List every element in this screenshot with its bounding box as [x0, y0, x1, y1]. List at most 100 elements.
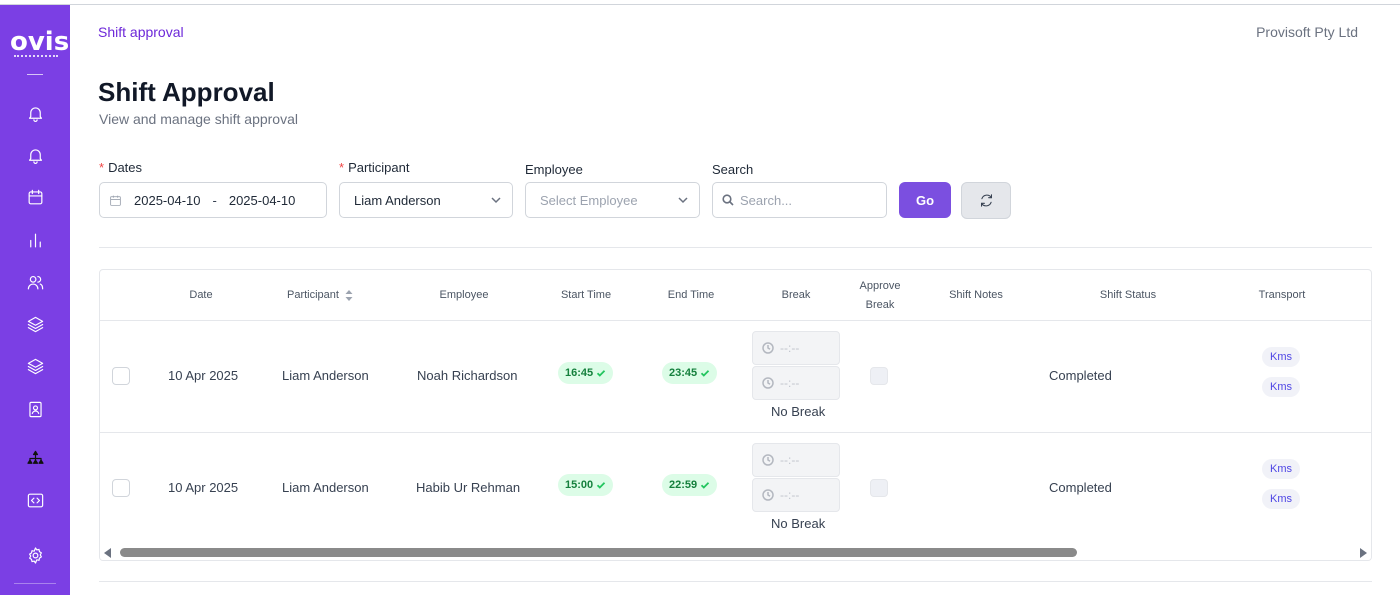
clock-icon	[762, 489, 774, 501]
cell-employee: Noah Richardson	[417, 368, 518, 383]
participant-value: Liam Anderson	[354, 192, 441, 208]
calendar-icon	[110, 195, 121, 206]
search-icon	[722, 194, 734, 206]
horizontal-scrollbar[interactable]	[100, 544, 1371, 560]
search-field[interactable]	[712, 182, 887, 218]
column-header-break[interactable]: Break	[766, 270, 826, 321]
row-checkbox[interactable]	[112, 367, 130, 385]
start-time-value: 15:00	[565, 479, 594, 491]
end-time-value: 22:59	[669, 479, 698, 491]
code-icon[interactable]	[25, 490, 45, 510]
break-start-placeholder: --:--	[780, 341, 800, 355]
check-icon	[597, 482, 606, 489]
gear-icon[interactable]	[25, 545, 45, 565]
go-button[interactable]: Go	[899, 182, 951, 218]
check-icon	[597, 370, 606, 377]
check-icon	[701, 370, 710, 377]
top-border	[0, 0, 1400, 5]
end-time-badge: 22:59	[662, 474, 718, 496]
org-chart-icon[interactable]	[25, 448, 45, 468]
end-time-badge: 23:45	[662, 362, 718, 384]
scroll-right-arrow[interactable]	[1360, 548, 1367, 558]
column-header-approve-break[interactable]: Approve Break	[848, 270, 912, 321]
table-header: Date Participant Employee Start Time End…	[100, 270, 1371, 321]
bell-icon[interactable]	[25, 103, 45, 123]
break-end-placeholder: --:--	[780, 376, 800, 390]
sort-icon[interactable]	[345, 290, 353, 301]
start-time-value: 16:45	[565, 367, 594, 379]
date-separator: -	[212, 192, 217, 208]
participant-label-text: Participant	[348, 160, 410, 175]
cell-shift-status: Completed	[1049, 480, 1112, 495]
clock-icon	[762, 454, 774, 466]
break-end-input[interactable]: --:--	[752, 478, 840, 512]
check-icon	[701, 482, 710, 489]
date-to[interactable]: 2025-04-10	[229, 193, 296, 208]
employee-label: Employee	[525, 162, 583, 177]
dates-label: * Dates	[99, 160, 142, 175]
end-time-value: 23:45	[669, 367, 698, 379]
clock-icon	[762, 377, 774, 389]
break-end-input[interactable]: --:--	[752, 366, 840, 400]
break-status: No Break	[771, 404, 826, 419]
break-end-placeholder: --:--	[780, 488, 800, 502]
break-status: No Break	[771, 516, 826, 531]
date-range-picker[interactable]: 2025-04-10 - 2025-04-10	[99, 182, 327, 218]
approve-break-checkbox[interactable]	[870, 367, 888, 385]
refresh-button[interactable]	[961, 182, 1011, 219]
bar-chart-icon[interactable]	[25, 230, 45, 250]
dates-label-text: Dates	[108, 160, 143, 175]
column-header-participant[interactable]: Participant	[270, 270, 370, 321]
column-header-end-time[interactable]: End Time	[652, 270, 730, 321]
participant-select[interactable]: Liam Anderson	[339, 182, 513, 218]
employee-select[interactable]: Select Employee	[525, 182, 700, 218]
users-icon[interactable]	[25, 272, 45, 292]
break-start-input[interactable]: --:--	[752, 443, 840, 477]
participant-label: * Participant	[339, 160, 409, 175]
scroll-left-arrow[interactable]	[104, 548, 111, 558]
column-header-shift-notes[interactable]: Shift Notes	[936, 270, 1016, 321]
start-time-badge: 16:45	[558, 362, 614, 384]
calendar-icon[interactable]	[25, 187, 45, 207]
contact-icon[interactable]	[25, 399, 45, 419]
layers-icon[interactable]	[25, 356, 45, 376]
logo-tagline	[14, 55, 58, 57]
column-header-start-time[interactable]: Start Time	[546, 270, 626, 321]
sidebar-divider	[14, 583, 56, 584]
bell-icon[interactable]	[25, 145, 45, 165]
column-header-employee[interactable]: Employee	[414, 270, 514, 321]
column-header-transport[interactable]: Transport	[1242, 270, 1322, 321]
transport-kms-badge[interactable]: Kms	[1262, 377, 1300, 397]
transport-kms-badge[interactable]: Kms	[1262, 459, 1300, 479]
scrollbar-thumb[interactable]	[120, 548, 1077, 557]
layers-icon[interactable]	[25, 314, 45, 334]
refresh-icon	[980, 194, 992, 207]
start-time-badge: 15:00	[558, 474, 614, 496]
cell-participant: Liam Anderson	[282, 480, 369, 495]
cell-date: 10 Apr 2025	[168, 480, 239, 495]
break-start-placeholder: --:--	[780, 453, 800, 467]
break-start-input[interactable]: --:--	[752, 331, 840, 365]
row-checkbox[interactable]	[112, 479, 130, 497]
sidebar: ovis	[0, 5, 70, 595]
date-from[interactable]: 2025-04-10	[134, 193, 201, 208]
approve-break-line2: Break	[865, 298, 895, 311]
company-name: Provisoft Pty Ltd	[1256, 24, 1358, 40]
chevron-down-icon	[491, 197, 501, 204]
breadcrumb[interactable]: Shift approval	[98, 24, 184, 40]
approve-break-checkbox[interactable]	[870, 479, 888, 497]
transport-kms-badge[interactable]: Kms	[1262, 489, 1300, 509]
cell-date: 10 Apr 2025	[168, 368, 239, 383]
table-row: 10 Apr 2025 Liam Anderson Habib Ur Rehma…	[100, 433, 1371, 545]
search-input[interactable]	[740, 192, 880, 208]
approve-break-line1: Approve	[859, 279, 901, 292]
required-mark: *	[339, 160, 345, 175]
sidebar-divider	[27, 74, 43, 75]
transport-kms-badge[interactable]: Kms	[1262, 347, 1300, 367]
column-header-date[interactable]: Date	[160, 270, 242, 321]
shift-table: Date Participant Employee Start Time End…	[99, 269, 1372, 561]
cell-employee: Habib Ur Rehman	[416, 480, 521, 495]
logo[interactable]: ovis	[10, 27, 69, 57]
column-header-shift-status[interactable]: Shift Status	[1088, 270, 1168, 321]
page-title: Shift Approval	[98, 77, 275, 107]
